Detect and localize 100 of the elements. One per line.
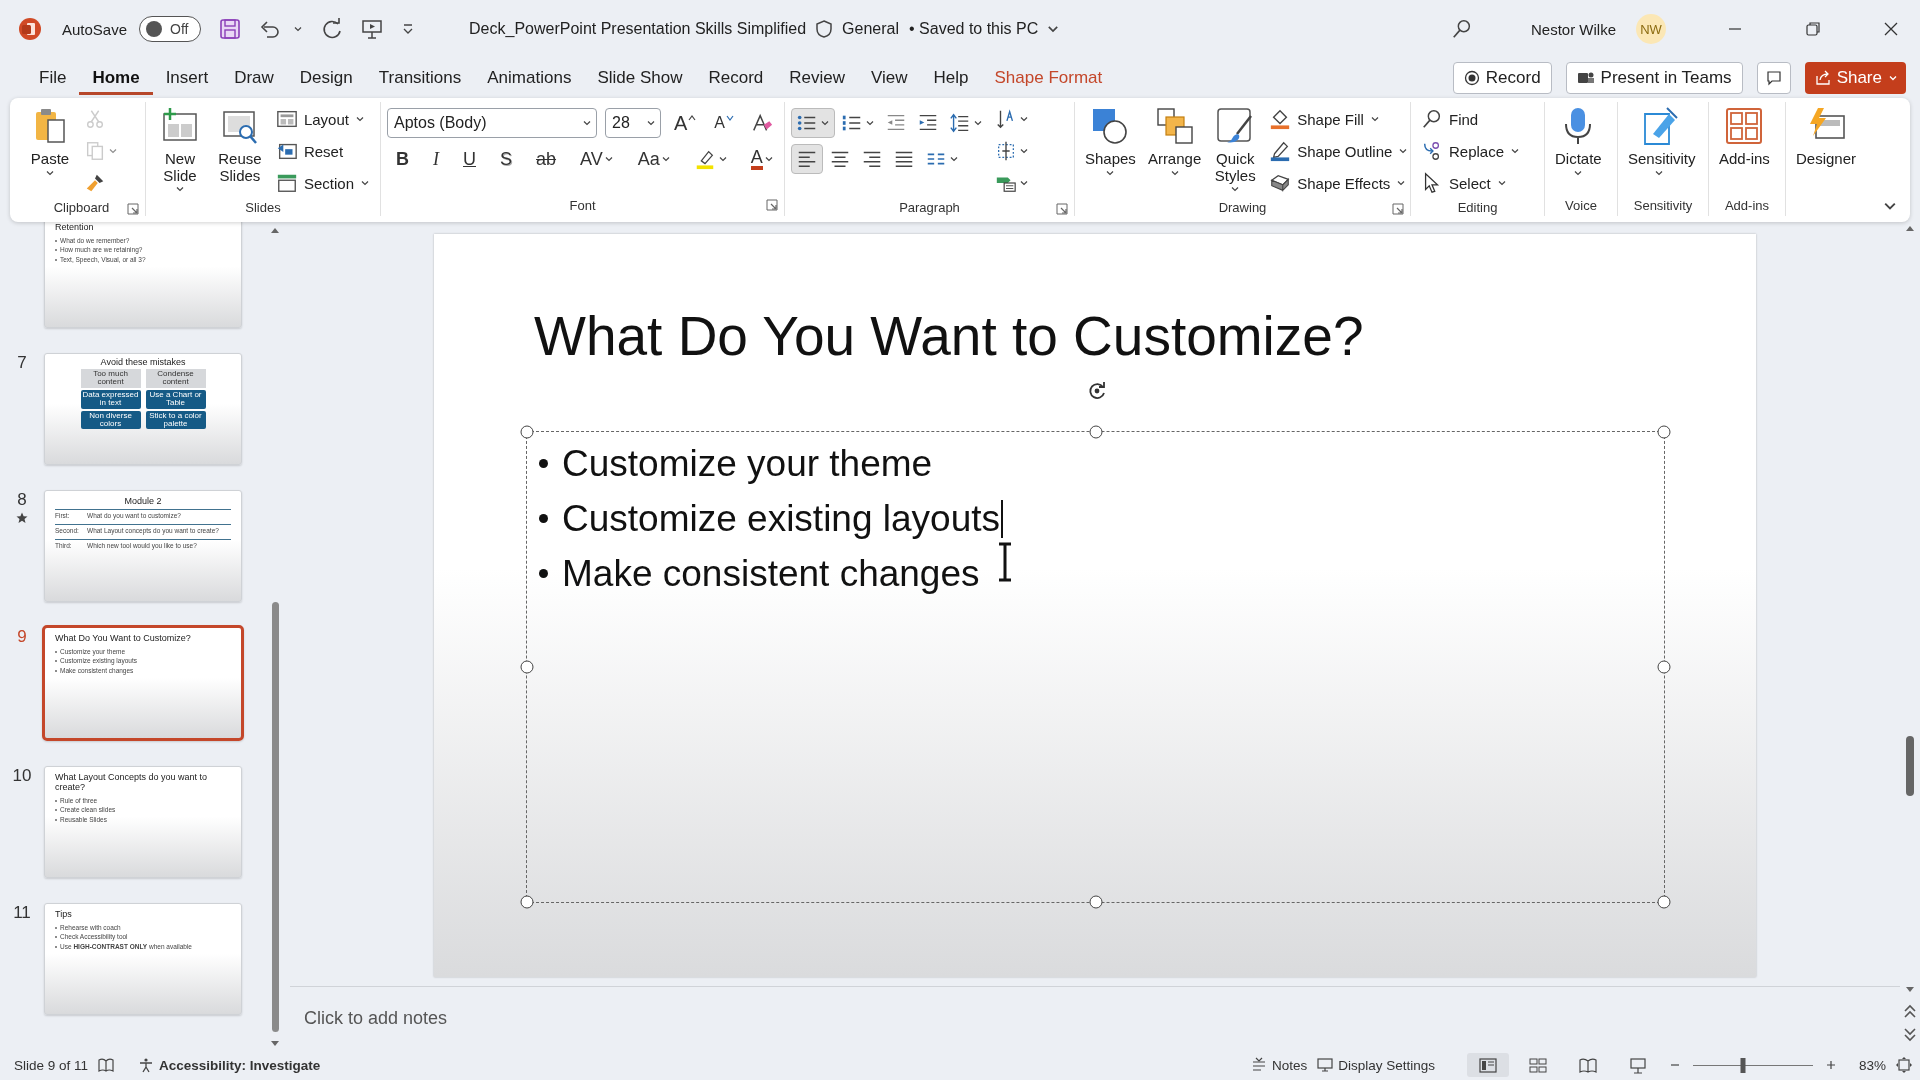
ribbon-button[interactable]: A bbox=[709, 108, 739, 138]
ribbon-button[interactable]: Reset bbox=[271, 136, 374, 166]
notes-button[interactable]: Notes bbox=[1250, 1057, 1308, 1073]
diagram-box: Stick to a color palette bbox=[145, 410, 206, 430]
thumbnail-title: Module 2 bbox=[123, 496, 163, 506]
font-name-field[interactable]: Aptos (Body) bbox=[387, 108, 597, 138]
diagram-header: Too much content bbox=[80, 369, 141, 388]
scrollbar-thumb[interactable] bbox=[271, 602, 279, 1032]
present-icon[interactable] bbox=[361, 18, 384, 40]
redo-icon[interactable] bbox=[321, 18, 344, 40]
ribbon-tab[interactable]: Record bbox=[695, 61, 777, 95]
ribbon-button[interactable]: Arrange bbox=[1143, 102, 1206, 178]
resize-handle[interactable] bbox=[1657, 660, 1671, 674]
caret-icon[interactable] bbox=[293, 24, 304, 34]
ribbon-tab[interactable]: Shape Format bbox=[981, 61, 1116, 95]
ribbon-button[interactable]: A bbox=[745, 144, 779, 174]
resize-handle[interactable] bbox=[520, 425, 534, 439]
ribbon-tab[interactable]: Home bbox=[79, 61, 153, 95]
ribbon-button[interactable]: S bbox=[495, 144, 517, 174]
scroll-up-icon[interactable] bbox=[270, 226, 280, 234]
notes-icon bbox=[1250, 1057, 1267, 1073]
resize-handle[interactable] bbox=[520, 895, 534, 909]
search-icon[interactable] bbox=[1451, 18, 1473, 40]
ribbon-button[interactable]: Quick Styles bbox=[1209, 102, 1262, 194]
present-in-teams-button[interactable]: Present in Teams bbox=[1565, 62, 1743, 94]
sensitivity-label[interactable]: General bbox=[842, 20, 899, 38]
scroll-down-icon[interactable] bbox=[270, 1040, 280, 1048]
ribbon-button[interactable]: Shapes bbox=[1081, 102, 1140, 178]
dialog-launcher-icon[interactable] bbox=[766, 199, 778, 211]
font-size-field[interactable]: 28 bbox=[605, 108, 661, 138]
resize-handle[interactable] bbox=[1089, 895, 1102, 909]
ribbon-button[interactable]: Select bbox=[1417, 168, 1525, 198]
dialog-launcher-icon[interactable] bbox=[1392, 203, 1404, 215]
ribbon-button[interactable]: Layout bbox=[271, 104, 374, 134]
monitor-icon bbox=[1317, 1057, 1334, 1073]
scrollbar-thumb[interactable] bbox=[1906, 736, 1914, 796]
ribbon-button[interactable]: Dictate bbox=[1551, 102, 1606, 178]
ribbon-tab[interactable]: View bbox=[858, 61, 921, 95]
ribbon-tab[interactable]: Transitions bbox=[365, 61, 475, 95]
display-settings-button[interactable]: Display Settings bbox=[1317, 1057, 1435, 1073]
accessibility-button[interactable]: Accessibility: Investigate bbox=[138, 1057, 321, 1073]
record-button[interactable]: Record bbox=[1452, 62, 1552, 94]
ribbon-button[interactable]: Section bbox=[271, 168, 374, 198]
comments-button[interactable] bbox=[1756, 62, 1791, 94]
ribbon-tab[interactable]: Slide Show bbox=[584, 61, 696, 95]
ribbon-button[interactable]: Aa bbox=[632, 144, 676, 174]
ribbon-button[interactable]: ab bbox=[531, 144, 562, 174]
next-slide-icon[interactable] bbox=[1904, 1028, 1916, 1042]
slide-thumbnail[interactable]: Avoid these mistakes Too much content Data expressed in text Non diverse colors Condense content Use a Chart or Table Stick to a color palette bbox=[44, 353, 242, 465]
scroll-up-icon[interactable] bbox=[1905, 224, 1915, 232]
ribbon-tab[interactable]: File bbox=[26, 61, 80, 95]
ribbon-button[interactable]: B bbox=[391, 144, 414, 174]
notes-placeholder[interactable]: Click to add notes bbox=[304, 1008, 448, 1029]
ribbon-button[interactable]: New Slide bbox=[152, 102, 208, 194]
ribbon-button[interactable]: I bbox=[428, 144, 444, 174]
previous-slide-icon[interactable] bbox=[1904, 1004, 1916, 1018]
zoom-slider-thumb[interactable] bbox=[1740, 1057, 1746, 1073]
book-icon[interactable] bbox=[98, 1057, 115, 1073]
ribbon-button[interactable]: U bbox=[458, 144, 481, 174]
undo-icon[interactable] bbox=[259, 18, 282, 40]
dialog-launcher-icon[interactable] bbox=[1056, 203, 1068, 215]
ribbon-button[interactable]: Shape Outline bbox=[1265, 136, 1413, 166]
user-name[interactable]: Nestor Wilke bbox=[1531, 20, 1616, 38]
ribbon-button[interactable]: Shape Fill bbox=[1265, 104, 1413, 134]
ribbon-button[interactable]: Replace bbox=[1417, 136, 1525, 166]
ribbon-tab[interactable]: Help bbox=[920, 61, 982, 95]
ribbon-button[interactable]: Shape Effects bbox=[1265, 168, 1413, 198]
ribbon-button[interactable] bbox=[791, 108, 835, 138]
ribbon-tab[interactable]: Animations bbox=[474, 61, 585, 95]
ribbon-button[interactable]: Sensitivity bbox=[1624, 102, 1694, 178]
save-status[interactable]: • Saved to this PC bbox=[909, 20, 1039, 38]
resize-handle[interactable] bbox=[520, 660, 534, 674]
share-button[interactable]: Share bbox=[1804, 62, 1906, 94]
zoom-in-icon[interactable] bbox=[1824, 1059, 1837, 1071]
dialog-launcher-icon[interactable] bbox=[127, 203, 139, 215]
ribbon-button[interactable]: Paste bbox=[24, 102, 76, 178]
resize-handle[interactable] bbox=[1089, 425, 1102, 439]
save-icon[interactable] bbox=[219, 18, 242, 40]
ribbon-button[interactable]: Reuse Slides bbox=[211, 102, 268, 184]
autosave-toggle[interactable]: Off bbox=[139, 16, 202, 42]
fit-to-window-icon[interactable] bbox=[1896, 1057, 1912, 1073]
resize-handle[interactable] bbox=[1657, 895, 1671, 909]
ribbon-button[interactable]: A bbox=[669, 108, 702, 138]
ribbon-button[interactable]: AV bbox=[575, 144, 619, 174]
zoom-level[interactable]: 83% bbox=[1858, 1057, 1886, 1073]
ribbon-button[interactable] bbox=[791, 144, 823, 174]
thumbnail-title: Tips bbox=[55, 909, 73, 919]
view-button[interactable] bbox=[1466, 1053, 1509, 1077]
ribbon-tab[interactable]: Draw bbox=[221, 61, 287, 95]
user-avatar[interactable]: NW bbox=[1636, 14, 1666, 44]
search-icon bbox=[1421, 108, 1443, 130]
scroll-down-icon[interactable] bbox=[1905, 986, 1915, 994]
ribbon-tab[interactable]: Insert bbox=[152, 61, 222, 95]
resize-handle[interactable] bbox=[1657, 425, 1671, 439]
ribbon-tab[interactable]: Design bbox=[286, 61, 366, 95]
ribbon-button[interactable]: Designer bbox=[1792, 102, 1861, 168]
ribbon-button[interactable]: Add-ins bbox=[1715, 102, 1774, 168]
ribbon-button[interactable]: Find bbox=[1417, 104, 1525, 134]
restore-icon[interactable] bbox=[1803, 19, 1823, 39]
ribbon-tab[interactable]: Review bbox=[776, 61, 858, 95]
